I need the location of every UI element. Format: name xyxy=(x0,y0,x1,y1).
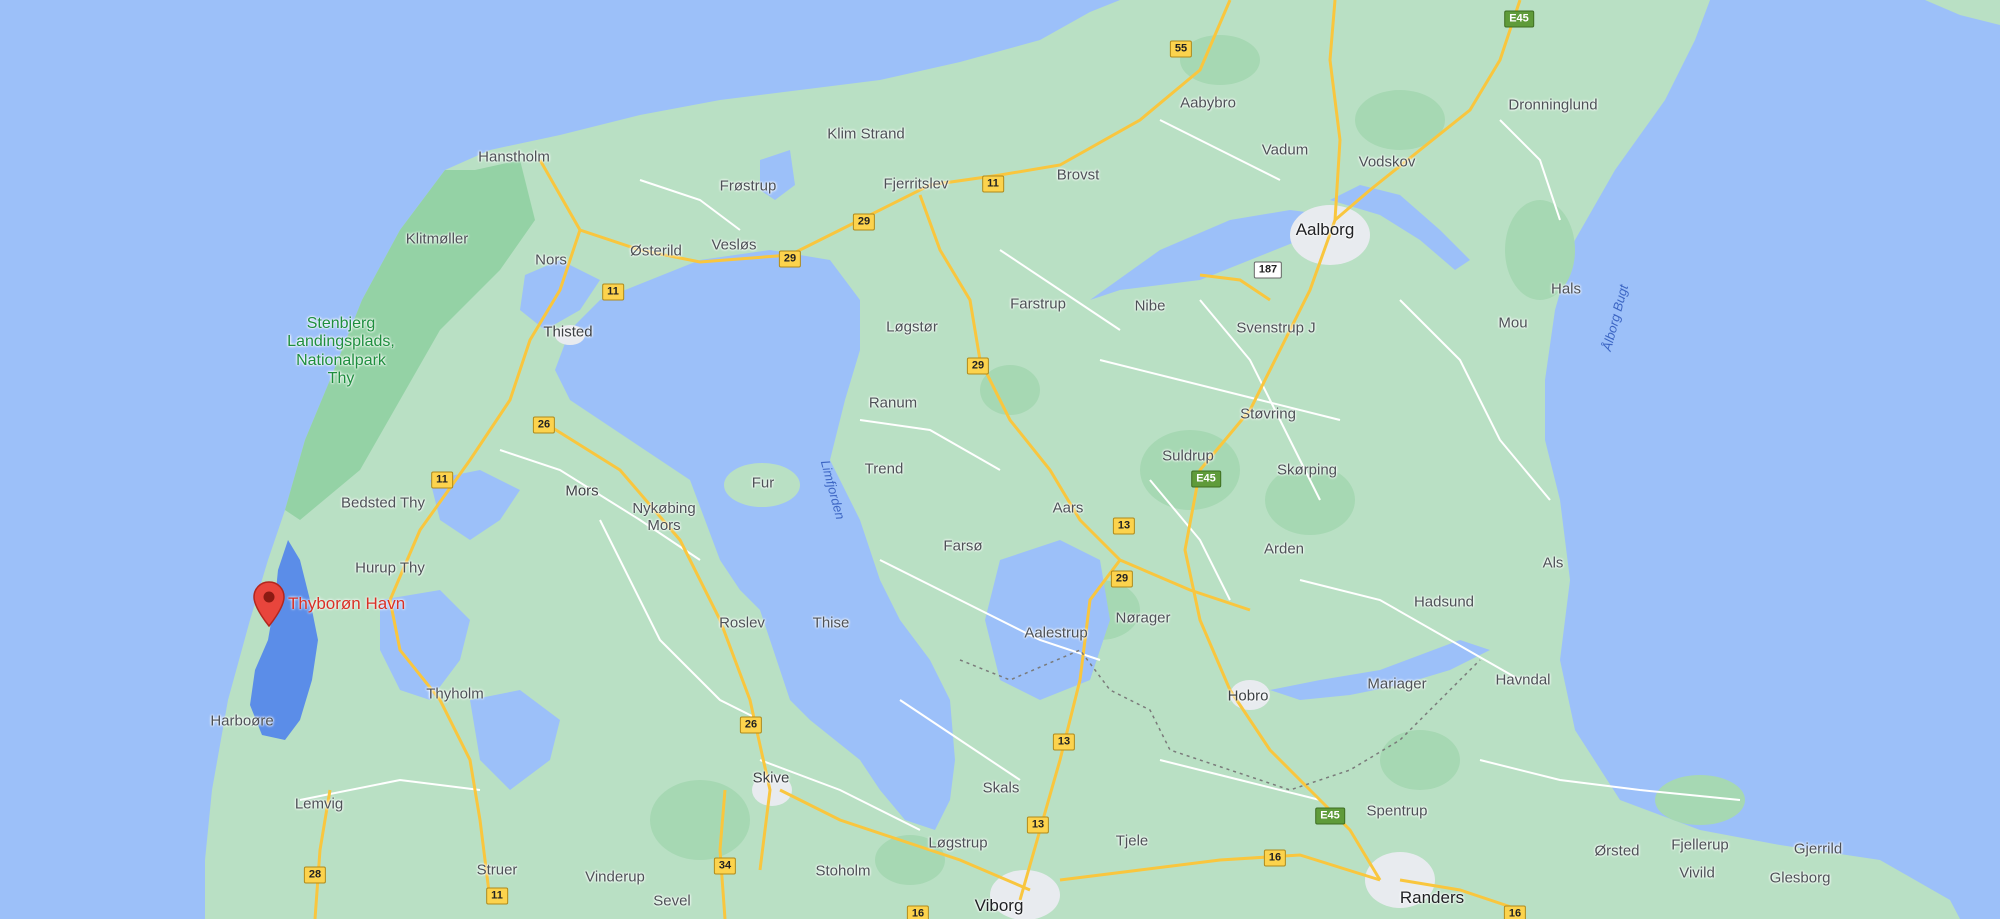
road-shield-e45-mid: E45 xyxy=(1191,470,1221,488)
place-label-aalestrup: Aalestrup xyxy=(1024,624,1088,642)
road-shield-29-logstor: 29 xyxy=(966,357,990,375)
place-label-suldrup: Suldrup xyxy=(1162,447,1214,465)
road-shield-34: 34 xyxy=(713,857,737,875)
place-label-logstrup: Løgstrup xyxy=(928,834,988,852)
map-canvas[interactable]: Thyborøn Havn Aalborg Randers Viborg Hob… xyxy=(0,0,2000,919)
place-label-viborg: Viborg xyxy=(974,896,1024,916)
place-label-skals: Skals xyxy=(982,779,1020,797)
place-label-brovst: Brovst xyxy=(1056,166,1100,184)
place-label-osterild: Østerild xyxy=(630,242,682,260)
place-label-bedsted-thy: Bedsted Thy xyxy=(341,494,425,512)
road-shield-11-bedsted: 11 xyxy=(431,471,453,489)
place-label-trend: Trend xyxy=(864,460,904,478)
place-label-mariager: Mariager xyxy=(1367,675,1427,693)
place-label-mors: Mors xyxy=(565,482,599,500)
place-label-fur: Fur xyxy=(751,474,775,492)
place-label-aabybro: Aabybro xyxy=(1180,94,1236,112)
place-label-vinderup: Vinderup xyxy=(585,868,645,886)
place-label-national-park-thy: Stenbjerg Landingsplads, Nationalpark Th… xyxy=(287,315,395,388)
place-label-farso: Farsø xyxy=(943,537,983,555)
place-label-klim-strand: Klim Strand xyxy=(827,125,905,143)
road-shield-16-viborg: 16 xyxy=(906,905,930,919)
place-label-svenstrup: Svenstrup J xyxy=(1236,319,1316,337)
place-label-thise: Thise xyxy=(812,614,850,632)
place-label-stoholm: Stoholm xyxy=(815,862,871,880)
place-label-tjele: Tjele xyxy=(1115,832,1149,850)
place-label-logstor: Løgstør xyxy=(886,318,938,336)
place-label-frostrup: Frøstrup xyxy=(719,177,777,195)
place-label-als: Als xyxy=(1542,554,1564,572)
road-shield-29-north: 29 xyxy=(852,213,876,231)
place-label-skorping: Skørping xyxy=(1276,461,1338,479)
place-label-hals: Hals xyxy=(1550,280,1582,298)
road-shield-e45-north: E45 xyxy=(1504,10,1534,28)
place-label-sevel: Sevel xyxy=(653,892,691,910)
place-label-farstrup: Farstrup xyxy=(1010,295,1066,313)
place-label-lemvig: Lemvig xyxy=(294,795,344,813)
place-label-struer: Struer xyxy=(476,861,518,879)
place-label-ranum: Ranum xyxy=(868,394,918,412)
place-label-aalborg: Aalborg xyxy=(1295,220,1355,240)
road-shield-26-south: 26 xyxy=(739,716,763,734)
place-label-aars: Aars xyxy=(1052,499,1084,517)
place-label-glesborg: Glesborg xyxy=(1769,869,1831,887)
road-shield-16-randers: 16 xyxy=(1503,905,1527,919)
place-label-norager: Nørager xyxy=(1115,609,1171,627)
place-label-fjellerup: Fjellerup xyxy=(1671,836,1729,854)
place-label-arden: Arden xyxy=(1263,540,1305,558)
road-shield-28: 28 xyxy=(303,866,327,884)
road-shield-187: 187 xyxy=(1253,261,1283,279)
place-label-hobro: Hobro xyxy=(1227,687,1269,705)
place-label-storving: Støvring xyxy=(1240,405,1296,423)
road-shield-16-east: 16 xyxy=(1263,849,1287,867)
place-label-havndal: Havndal xyxy=(1495,671,1551,689)
place-label-nykobing-mors: Nykøbing Mors xyxy=(632,499,696,534)
place-label-nors: Nors xyxy=(535,251,567,269)
place-label-thyholm: Thyholm xyxy=(426,685,484,703)
place-label-thisted: Thisted xyxy=(543,323,593,341)
map-pin-icon[interactable] xyxy=(252,580,286,630)
road-shield-29-veslos: 29 xyxy=(778,250,802,268)
place-label-hanstholm: Hanstholm xyxy=(478,148,550,166)
place-label-vivild: Vivild xyxy=(1679,864,1715,882)
place-label-fjerritslev: Fjerritslev xyxy=(883,175,949,193)
road-shield-13-aars: 13 xyxy=(1112,517,1136,535)
place-label-gjerrild: Gjerrild xyxy=(1793,840,1843,858)
place-label-hurup-thy: Hurup Thy xyxy=(355,559,425,577)
road-shield-26-north: 26 xyxy=(532,416,556,434)
place-label-mou: Mou xyxy=(1498,314,1528,332)
road-shield-11-fjerritslev: 11 xyxy=(982,175,1004,193)
road-shield-e45-south: E45 xyxy=(1315,807,1345,825)
place-label-vodskov: Vodskov xyxy=(1358,153,1416,171)
place-label-hadsund: Hadsund xyxy=(1413,593,1475,611)
place-label-orsted: Ørsted xyxy=(1594,842,1640,860)
selected-place-label[interactable]: Thyborøn Havn xyxy=(288,594,405,614)
place-label-spentrup: Spentrup xyxy=(1366,802,1428,820)
place-label-skive: Skive xyxy=(752,769,790,787)
road-shield-29-south: 29 xyxy=(1110,570,1134,588)
road-shield-55: 55 xyxy=(1169,40,1193,58)
place-label-harboore: Harboøre xyxy=(210,712,274,730)
place-label-roslev: Roslev xyxy=(719,614,765,632)
place-label-dronninglund: Dronninglund xyxy=(1508,96,1598,114)
road-shield-13-mid: 13 xyxy=(1052,733,1076,751)
place-label-nibe: Nibe xyxy=(1134,297,1166,315)
place-label-klitmoller: Klitmøller xyxy=(405,230,469,248)
road-shield-13-south: 13 xyxy=(1026,816,1050,834)
road-shield-11-thisted: 11 xyxy=(602,283,624,301)
road-shield-11-struer: 11 xyxy=(486,887,508,905)
place-label-vadum: Vadum xyxy=(1261,141,1309,159)
place-label-randers: Randers xyxy=(1399,888,1465,908)
place-label-veslos: Vesløs xyxy=(711,236,757,254)
